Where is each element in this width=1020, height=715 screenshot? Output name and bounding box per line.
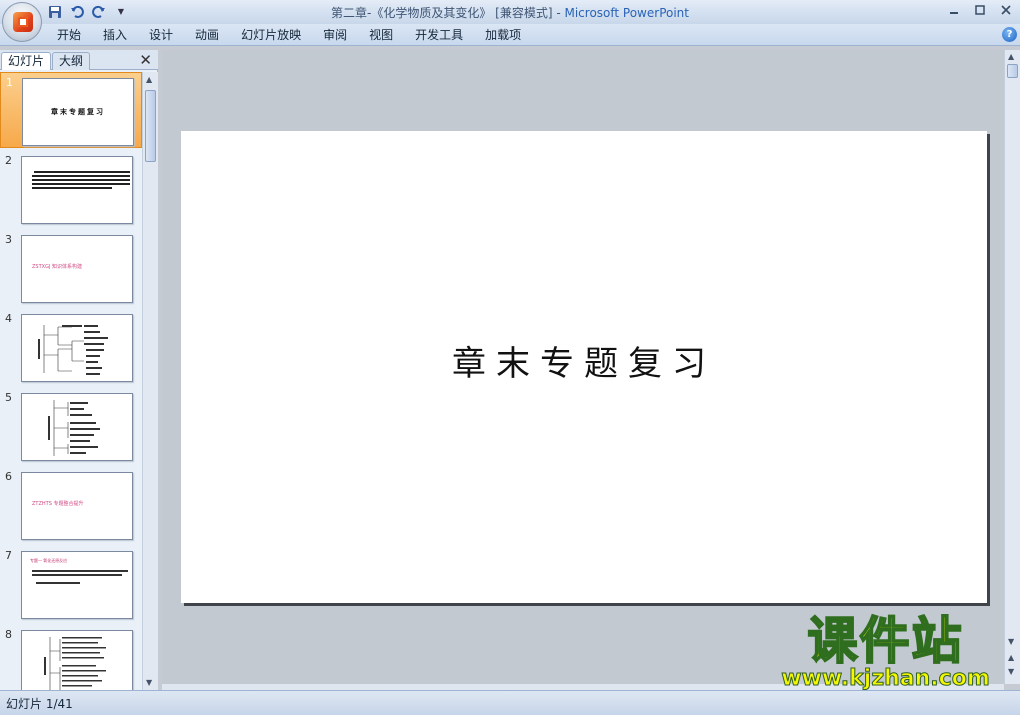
tab-addins[interactable]: 加载项 — [474, 24, 532, 46]
window-controls — [942, 2, 1018, 18]
slide-thumbnail-7[interactable]: 7 专题一 氧化还原反应 — [0, 546, 142, 622]
tab-home[interactable]: 开始 — [46, 24, 92, 46]
thumbnail-number: 3 — [5, 233, 12, 246]
document-title: 第二章-《化学物质及其变化》 [兼容模式] - — [331, 6, 565, 20]
office-button[interactable] — [2, 2, 42, 42]
thumbnail-preview: 章末专题复习 — [22, 78, 134, 146]
scroll-up-icon[interactable]: ▲ — [146, 75, 152, 84]
thumbnail-preview — [21, 630, 133, 690]
thumbnail-preview — [21, 156, 133, 224]
next-slide-icon[interactable]: ▼ — [1008, 667, 1014, 676]
app-name: Microsoft PowerPoint — [564, 6, 689, 20]
slide-thumbnail-3[interactable]: 3 ZSTXGJ 知识体系构建 — [0, 230, 142, 306]
slide-thumbnail-2[interactable]: 2 — [0, 151, 142, 227]
slide-thumbnail-1[interactable]: 1 章末专题复习 — [0, 72, 142, 148]
tab-insert[interactable]: 插入 — [92, 24, 138, 46]
thumbnail-title: ZSTXGJ 知识体系构建 — [32, 264, 83, 270]
editor-scrollbar[interactable]: ▲ ▼ ▲ ▼ — [1004, 50, 1020, 684]
ribbon-tabs: 开始 插入 设计 动画 幻灯片放映 审阅 视图 开发工具 加载项 — [46, 24, 532, 46]
thumbnail-preview: ZTZHTS 专题整合提升 — [21, 472, 133, 540]
slide-canvas[interactable]: 章末专题复习 — [181, 131, 987, 603]
scroll-down-icon[interactable]: ▼ — [1008, 637, 1014, 646]
status-bar: 幻灯片 1/41 — [0, 690, 1020, 715]
slide-counter: 幻灯片 1/41 — [6, 697, 73, 711]
tab-review[interactable]: 审阅 — [312, 24, 358, 46]
maximize-icon[interactable] — [968, 2, 992, 18]
slide-thumbnail-6[interactable]: 6 ZTZHTS 专题整合提升 — [0, 467, 142, 543]
thumbnail-title: ZTZHTS 专题整合提升 — [32, 501, 84, 507]
scrollbar-thumb[interactable] — [145, 90, 156, 162]
tab-slides[interactable]: 幻灯片 — [1, 52, 52, 70]
watermark-logo: 课件站 www.kjzhan.com — [768, 611, 1003, 692]
thumbnail-preview: ZSTXGJ 知识体系构建 — [21, 235, 133, 303]
minimize-icon[interactable] — [942, 2, 966, 18]
tab-animations[interactable]: 动画 — [184, 24, 230, 46]
previous-slide-icon[interactable]: ▲ — [1008, 653, 1014, 662]
thumbnail-number: 5 — [5, 391, 12, 404]
slides-panel: 幻灯片 大纲 ✕ 1 章末专题复习 2 3 ZSTXGJ 知识体系构建 4 5 … — [0, 50, 158, 690]
watermark-text-en: www.kjzhan.com — [781, 666, 991, 692]
help-icon[interactable]: ? — [1002, 27, 1017, 42]
close-panel-icon[interactable]: ✕ — [139, 51, 152, 69]
thumbnail-title: 章末专题复习 — [51, 108, 105, 116]
watermark-text-cn: 课件站 — [807, 611, 964, 671]
tab-design[interactable]: 设计 — [138, 24, 184, 46]
thumbnail-preview — [21, 314, 133, 382]
thumbnail-scrollbar[interactable]: ▲ ▼ — [142, 72, 158, 690]
tab-developer[interactable]: 开发工具 — [404, 24, 474, 46]
scrollbar-thumb[interactable] — [1007, 64, 1018, 78]
ribbon: 开始 插入 设计 动画 幻灯片放映 审阅 视图 开发工具 加载项 ? — [0, 24, 1020, 46]
tab-slideshow[interactable]: 幻灯片放映 — [230, 24, 312, 46]
thumbnail-number: 4 — [5, 312, 12, 325]
thumbnail-preview — [21, 393, 133, 461]
thumbnail-preview: 专题一 氧化还原反应 — [21, 551, 133, 619]
scroll-up-icon[interactable]: ▲ — [1008, 52, 1014, 61]
slide-thumbnail-5[interactable]: 5 — [0, 388, 142, 464]
panel-tabs: 幻灯片 大纲 ✕ — [0, 50, 158, 70]
slide-editor: 章末专题复习 — [162, 50, 1004, 684]
thumbnail-number: 7 — [5, 549, 12, 562]
window-title: 第二章-《化学物质及其变化》 [兼容模式] - Microsoft PowerP… — [0, 4, 1020, 21]
scroll-down-icon[interactable]: ▼ — [146, 678, 152, 687]
thumbnail-number: 2 — [5, 154, 12, 167]
thumbnail-list: 1 章末专题复习 2 3 ZSTXGJ 知识体系构建 4 5 6 ZTZHTS … — [0, 72, 142, 690]
title-bar: ▼ 第二章-《化学物质及其变化》 [兼容模式] - Microsoft Powe… — [0, 0, 1020, 24]
thumbnail-number: 1 — [6, 76, 13, 89]
tab-outline[interactable]: 大纲 — [52, 52, 91, 70]
slide-thumbnail-4[interactable]: 4 — [0, 309, 142, 385]
slide-thumbnail-8[interactable]: 8 — [0, 625, 142, 690]
tab-view[interactable]: 视图 — [358, 24, 404, 46]
thumbnail-number: 6 — [5, 470, 12, 483]
slide-title[interactable]: 章末专题复习 — [181, 336, 987, 385]
close-icon[interactable] — [994, 2, 1018, 18]
thumbnail-number: 8 — [5, 628, 12, 641]
office-logo-icon — [13, 12, 33, 32]
